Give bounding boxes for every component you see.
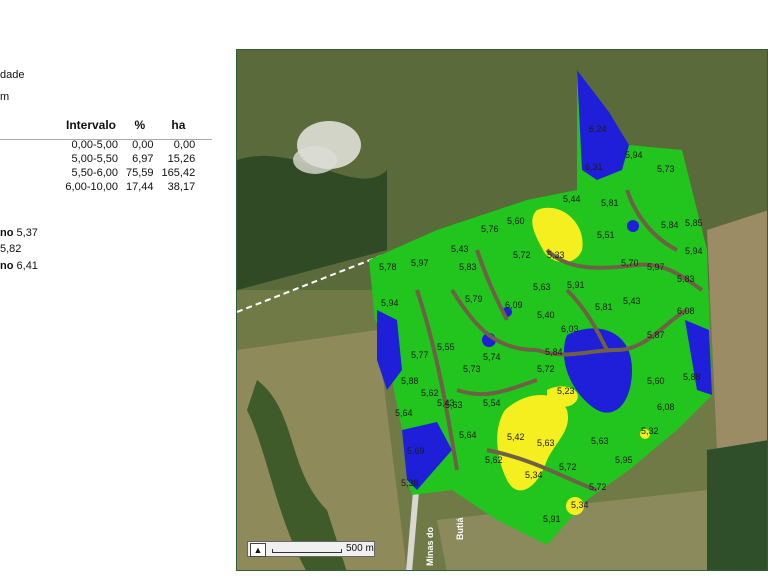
sample-value-label: 5,51: [597, 230, 615, 240]
cell-percent: 6,97: [132, 153, 154, 165]
scale-label: 500 m: [346, 543, 374, 554]
sample-value-label: 5,34: [525, 470, 543, 480]
sample-value-label: 6,09: [505, 300, 523, 310]
sample-value-label: 5,62: [485, 455, 503, 465]
map-canvas: 6,24 6,31 5,94 5,73 5,44 5,81 5,60 5,76 5,51 5,84…: [237, 50, 767, 570]
sample-value-label: 5,69: [407, 446, 425, 456]
sample-value-label: 5,42: [507, 432, 525, 442]
field-zone-high: [627, 220, 639, 232]
sample-value-label: 5,94: [685, 246, 703, 256]
sample-value-label: 5,97: [647, 262, 665, 272]
satellite-map[interactable]: 6,24 6,31 5,94 5,73 5,44 5,81 5,60 5,76 5,51 5,84…: [236, 49, 768, 571]
sample-value-label: 5,87: [647, 330, 665, 340]
sample-value-label: 5,94: [381, 298, 399, 308]
stat-mean: 5,82: [0, 243, 22, 255]
unit-fragment: m: [0, 91, 10, 103]
north-arrow-icon[interactable]: ▲: [250, 543, 266, 557]
sample-value-label: 5,44: [563, 194, 581, 204]
cell-intervalo: 6,00-10,00: [65, 181, 119, 193]
legend-divider: [0, 139, 212, 140]
stat-max: no 6,41: [0, 260, 38, 272]
legend-table: Intervalo % ha 0,00-5,00 0,00 0,00 5,00-…: [60, 118, 199, 194]
table-row: 5,00-5,50 6,97 15,26: [60, 152, 199, 166]
sample-value-label: 5,23: [557, 386, 575, 396]
sample-value-label: 5,74: [483, 352, 501, 362]
sample-value-label: 5,60: [647, 376, 665, 386]
sample-value-label: 5,79: [465, 294, 483, 304]
cell-intervalo: 5,00-5,50: [71, 153, 119, 165]
title-fragment: dade: [0, 69, 25, 81]
sample-value-label: 5,78: [379, 262, 397, 272]
sample-value-label: 5,84: [545, 347, 563, 357]
sample-value-label: 5,60: [507, 216, 525, 226]
sample-value-label: 5,76: [481, 224, 499, 234]
sample-value-label: 5,63: [445, 400, 463, 410]
cell-ha: 15,26: [167, 153, 196, 165]
sample-value-label: 5,70: [621, 258, 639, 268]
sample-value-label: 5,73: [463, 364, 481, 374]
cell-percent: 0,00: [132, 139, 154, 151]
road-label: Butiá: [455, 517, 465, 541]
table-row: 0,00-5,00 0,00 0,00: [60, 138, 199, 152]
column-header-intervalo: Intervalo: [66, 118, 117, 132]
sample-value-label: 5,54: [483, 398, 501, 408]
cell-ha: 38,17: [167, 181, 196, 193]
table-row: 5,50-6,00 75,59 165,42: [60, 166, 199, 180]
table-row: 6,00-10,00 17,44 38,17: [60, 180, 199, 194]
stat-min: no 5,37: [0, 227, 38, 239]
sample-value-label: 5,84: [661, 220, 679, 230]
sample-value-label: 5,32: [641, 426, 659, 436]
sample-value-label: 5,72: [537, 364, 555, 374]
scale-bar: ▲ 500 m: [247, 541, 375, 557]
sample-value-label: 5,33: [547, 250, 565, 260]
sample-value-label: 5,88: [683, 372, 701, 382]
cell-intervalo: 0,00-5,00: [71, 139, 119, 151]
column-header-ha: ha: [171, 118, 186, 132]
cell-percent: 75,59: [126, 167, 154, 179]
field-east: [707, 210, 767, 450]
sample-value-label: 5,94: [625, 150, 643, 160]
sample-value-label: 6,31: [585, 162, 603, 172]
sample-value-label: 5,95: [615, 455, 633, 465]
sample-value-label: 5,81: [595, 302, 613, 312]
cloud: [293, 146, 337, 174]
sample-value-label: 5,72: [589, 482, 607, 492]
cell-intervalo: 5,50-6,00: [71, 167, 119, 179]
sample-value-label: 5,40: [537, 310, 555, 320]
sample-value-label: 5,73: [657, 164, 675, 174]
scale-line: [272, 549, 342, 553]
sample-value-label: 6,24: [589, 124, 607, 134]
sample-value-label: 5,55: [437, 342, 455, 352]
sample-value-label: 5,77: [411, 350, 429, 360]
sample-value-label: 5,88: [401, 376, 419, 386]
cell-ha: 0,00: [173, 139, 196, 151]
sample-value-label: 5,43: [451, 244, 469, 254]
sample-value-label: 5,72: [513, 250, 531, 260]
sample-value-label: 5,63: [537, 438, 555, 448]
sample-value-label: 5,81: [601, 198, 619, 208]
sample-value-label: 5,62: [421, 388, 439, 398]
sample-value-label: 5,43: [623, 296, 641, 306]
sample-value-label: 5,38: [401, 478, 419, 488]
sample-value-label: 6,08: [657, 402, 675, 412]
cell-percent: 17,44: [126, 181, 154, 193]
sample-value-label: 5,85: [685, 218, 703, 228]
road-label: Minas do: [425, 526, 435, 566]
forest-east: [707, 440, 767, 570]
sample-value-label: 5,34: [571, 500, 589, 510]
sample-value-label: 5,72: [559, 462, 577, 472]
sample-value-label: 5,83: [677, 274, 695, 284]
sample-value-label: 5,83: [459, 262, 477, 272]
sample-value-label: 5,91: [567, 280, 585, 290]
cell-ha: 165,42: [161, 167, 196, 179]
sample-value-label: 5,63: [591, 436, 609, 446]
sample-value-label: 6,08: [677, 306, 695, 316]
sample-value-label: 5,91: [543, 514, 561, 524]
sample-value-label: 5,97: [411, 258, 429, 268]
column-header-percent: %: [134, 118, 146, 132]
sample-value-label: 5,64: [395, 408, 413, 418]
sample-value-label: 6,03: [561, 324, 579, 334]
sample-value-label: 5,63: [533, 282, 551, 292]
sample-value-label: 5,64: [459, 430, 477, 440]
